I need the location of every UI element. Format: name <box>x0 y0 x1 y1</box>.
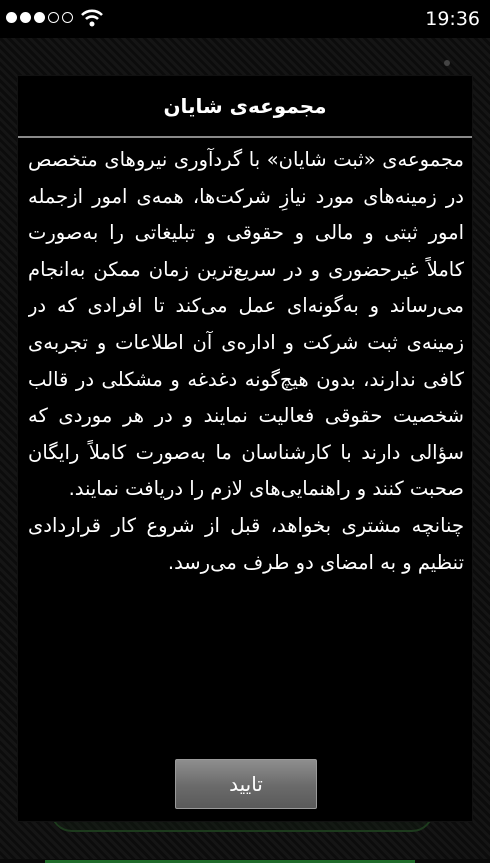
dialog-message[interactable]: مجموعه‌ی «ثبت شایان» با گردآوری نیروهای … <box>28 142 464 744</box>
info-dialog: مجموعه‌ی شایان مجموعه‌ی «ثبت شایان» با گ… <box>18 76 472 821</box>
dialog-divider <box>18 136 472 138</box>
dialog-paragraph: چنانچه مشتری بخواهد، قبل از شروع کار قرا… <box>28 513 464 574</box>
signal-dots-icon <box>6 12 73 23</box>
status-time: 19:36 <box>425 8 480 30</box>
dialog-title: مجموعه‌ی شایان <box>163 94 327 118</box>
confirm-button[interactable]: تایید <box>175 759 317 809</box>
status-bar: 19:36 <box>0 0 490 38</box>
dialog-paragraph: مجموعه‌ی «ثبت شایان» با گردآوری نیروهای … <box>28 148 464 501</box>
background-menu-icon <box>444 60 450 66</box>
wifi-icon <box>81 9 103 27</box>
